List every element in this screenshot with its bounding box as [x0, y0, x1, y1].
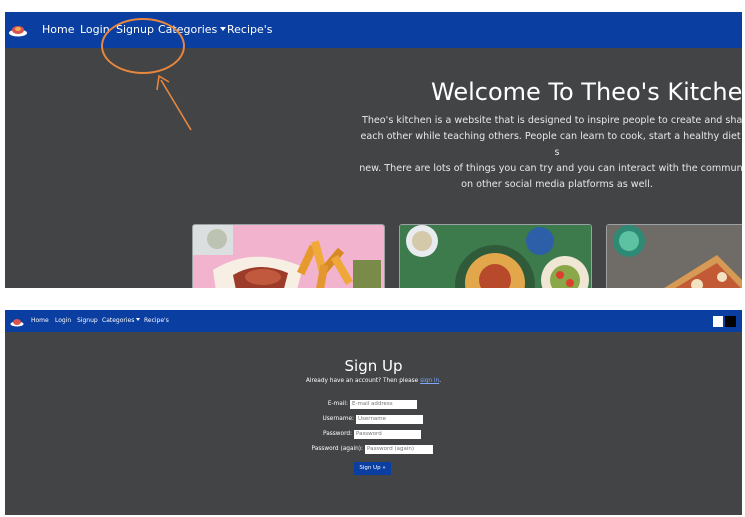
recipe-card-spaghetti[interactable]: [399, 224, 592, 288]
nav-signup[interactable]: Signup: [77, 317, 98, 324]
email-field[interactable]: [350, 400, 417, 409]
navbar: Home Login Signup Categories Recipe's: [5, 310, 742, 332]
recipe-card-tacos[interactable]: [192, 224, 385, 288]
username-field[interactable]: [356, 415, 423, 424]
nav-home[interactable]: Home: [42, 23, 74, 36]
hero-line: on other social media platforms as well.: [461, 179, 653, 190]
homepage-screenshot: Home Login Signup Categories Recipe's We…: [5, 12, 742, 288]
nav-recipes[interactable]: Recipe's: [227, 23, 273, 36]
dark-theme-toggle[interactable]: [725, 316, 736, 327]
hero-line: new. There are lots of things you can tr…: [359, 163, 742, 174]
nav-login[interactable]: Login: [55, 317, 71, 324]
password-field[interactable]: [354, 430, 421, 439]
annotation-highlight-circle: [101, 18, 185, 74]
page-title: Sign Up: [344, 357, 403, 375]
email-label: E-mail:: [327, 401, 348, 407]
nav-categories[interactable]: Categories: [102, 317, 141, 324]
tacos-image: [193, 225, 384, 288]
username-label: Username:: [322, 416, 354, 422]
signin-link[interactable]: sign in: [420, 378, 439, 384]
chevron-down-icon: [220, 27, 227, 31]
kitchen-logo-icon[interactable]: [8, 22, 28, 38]
hero-description: Theo's kitchen is a website that is desi…: [357, 113, 742, 193]
signup-submit-button[interactable]: Sign Up »: [354, 462, 391, 475]
kitchen-logo-icon[interactable]: [10, 317, 24, 327]
signup-screenshot: Home Login Signup Categories Recipe's Si…: [5, 310, 742, 515]
annotation-arrow-icon: [156, 74, 192, 131]
password-again-field[interactable]: [365, 445, 433, 454]
signin-prompt-suffix: .: [439, 378, 442, 384]
hero-line: Theo's kitchen is a website that is desi…: [361, 115, 742, 126]
nav-recipes[interactable]: Recipe's: [144, 317, 169, 324]
signin-prompt-text: Already have an account? Then please: [305, 378, 421, 384]
password-label: Password:: [322, 431, 352, 437]
hero-line: each other while teaching others. People…: [360, 131, 742, 158]
chevron-down-icon: [136, 318, 141, 321]
signin-prompt: Already have an account? Then please sig…: [5, 378, 742, 384]
password-again-label: Password (again):: [311, 446, 363, 452]
nav-home[interactable]: Home: [31, 317, 49, 324]
pizza-image: [607, 225, 742, 288]
light-theme-toggle[interactable]: [713, 316, 723, 327]
recipe-card-pizza[interactable]: [606, 224, 742, 288]
nav-categories-label: Categories: [102, 317, 135, 324]
spaghetti-image: [400, 225, 591, 288]
hero-title: Welcome To Theo's Kitche: [431, 78, 742, 106]
